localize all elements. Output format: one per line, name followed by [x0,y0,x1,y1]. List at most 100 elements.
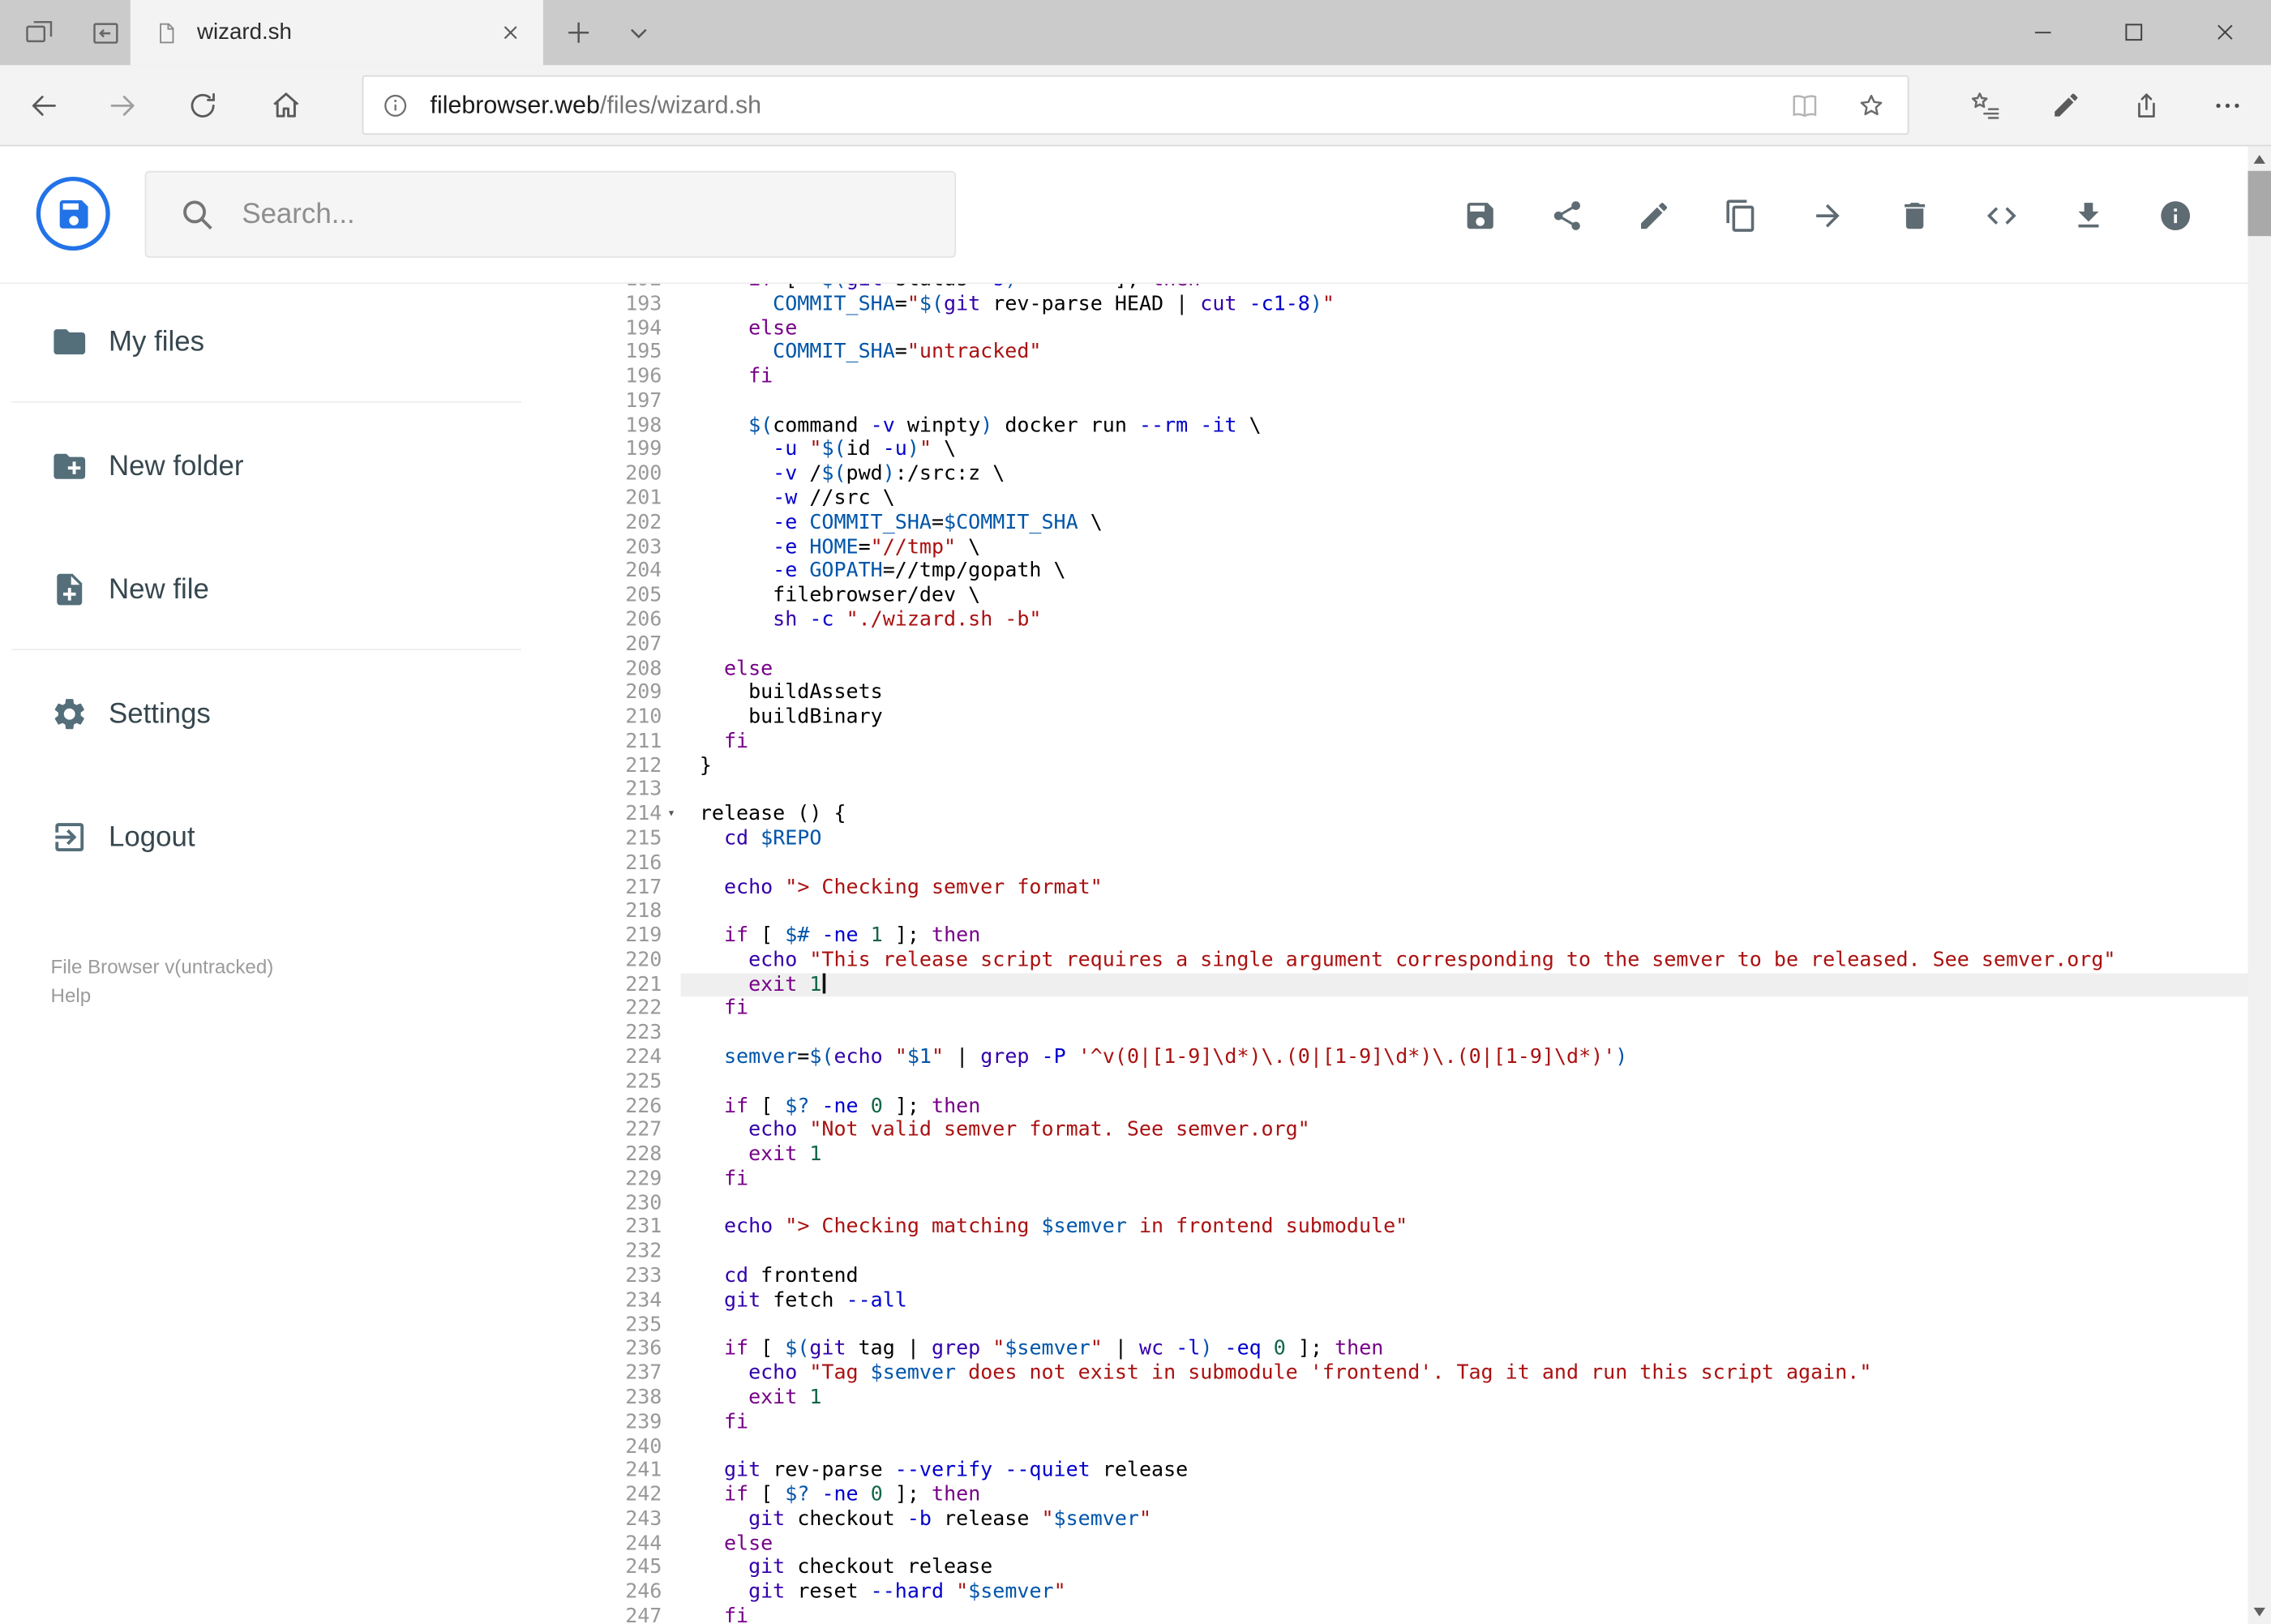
code-line[interactable]: 234 git fetch --all [580,1289,2248,1313]
code-line[interactable]: 223 [580,1022,2248,1046]
hub-button[interactable] [1943,65,2025,144]
code-text[interactable]: echo "> Checking matching $semver in fro… [681,1216,2248,1240]
code-line[interactable]: 233 cd frontend [580,1265,2248,1289]
code-line[interactable]: 218 [580,900,2248,924]
refresh-button[interactable] [178,65,228,144]
code-text[interactable]: cd frontend [681,1265,2248,1289]
sidebar-item-logout[interactable]: Logout [0,805,551,869]
code-text[interactable]: git rev-parse --verify --quiet release [681,1459,2248,1483]
code-text[interactable]: COMMIT_SHA="untracked" [681,341,2248,365]
code-text[interactable]: -e GOPATH=//tmp/gopath \ [681,559,2248,584]
code-text[interactable] [681,389,2248,413]
sidebar-item-new-folder[interactable]: New folder [0,435,551,499]
browser-menu-button[interactable] [2187,65,2268,144]
new-tab-button[interactable] [559,0,597,65]
code-line[interactable]: 245 git checkout release [580,1556,2248,1580]
code-line[interactable]: 203 -e HOME="//tmp" \ [580,535,2248,559]
code-text[interactable]: git checkout -b release "$semver" [681,1507,2248,1532]
reading-view-button[interactable] [1789,89,1820,121]
code-text[interactable]: else [681,1532,2248,1556]
code-line[interactable]: 241 git rev-parse --verify --quiet relea… [580,1459,2248,1483]
code-line[interactable]: 224 semver=$(echo "$1" | grep -P '^v(0|[… [580,1046,2248,1070]
code-text[interactable]: echo "> Checking semver format" [681,876,2248,900]
code-text[interactable]: if [ $# -ne 1 ]; then [681,924,2248,949]
code-line[interactable]: 206 sh -c "./wizard.sh -b" [580,608,2248,632]
scrollbar-thumb[interactable] [2247,170,2271,237]
code-text[interactable] [681,1240,2248,1265]
code-line[interactable]: 214 ▾ release () { [580,803,2248,827]
code-text[interactable]: exit 1 [681,1386,2248,1410]
code-line[interactable]: 217 echo "> Checking semver format" [580,876,2248,900]
code-text[interactable] [681,778,2248,803]
code-line[interactable]: 230 [580,1192,2248,1216]
code-text[interactable]: -v /$(pwd):/src:z \ [681,462,2248,486]
code-text[interactable]: fi [681,1410,2248,1434]
code-line[interactable]: 194 else [580,316,2248,341]
code-line[interactable]: 193 COMMIT_SHA="$(git rev-parse HEAD | c… [580,292,2248,316]
code-line[interactable]: 211 fi [580,730,2248,754]
code-text[interactable]: fi [681,730,2248,754]
code-line[interactable]: 201 -w //src \ [580,486,2248,511]
code-line[interactable]: 202 -e COMMIT_SHA=$COMMIT_SHA \ [580,511,2248,535]
code-text[interactable]: buildAssets [681,681,2248,705]
code-text[interactable]: buildBinary [681,705,2248,730]
copy-button[interactable] [1724,198,1759,233]
code-line[interactable]: 246 git reset --hard "$semver" [580,1580,2248,1605]
scroll-up-button[interactable] [2247,146,2271,170]
code-line[interactable]: 228 exit 1 [580,1143,2248,1168]
window-maximize-button[interactable] [2089,0,2180,65]
code-text[interactable] [681,1070,2248,1095]
code-line[interactable]: 198 $(command -v winpty) docker run --rm… [580,413,2248,438]
code-line[interactable]: 215 cd $REPO [580,827,2248,851]
code-line[interactable]: 209 buildAssets [580,681,2248,705]
source-button[interactable] [1984,198,2019,233]
code-text[interactable]: fi [681,997,2248,1022]
code-line[interactable]: 195 COMMIT_SHA="untracked" [580,341,2248,365]
code-editor[interactable]: 192 if [ "$(git status -s)" == "" ]; the… [579,284,2248,1624]
code-text[interactable]: else [681,316,2248,341]
code-line[interactable]: 247 fi [580,1605,2248,1624]
window-minimize-button[interactable] [1997,0,2089,65]
code-text[interactable]: fi [681,365,2248,389]
code-text[interactable]: exit 1 [681,1143,2248,1168]
code-line[interactable]: 227 echo "Not valid semver format. See s… [580,1119,2248,1143]
code-line[interactable]: 212} [580,754,2248,778]
code-line[interactable]: 222 fi [580,997,2248,1022]
save-button[interactable] [1463,198,1498,233]
code-text[interactable] [681,1192,2248,1216]
home-button[interactable] [261,65,311,144]
code-line[interactable]: 242 if [ $? -ne 0 ]; then [580,1483,2248,1507]
code-text[interactable] [681,851,2248,876]
code-line[interactable]: 208 else [580,657,2248,681]
favorite-star-button[interactable] [1855,89,1887,121]
code-text[interactable] [681,1313,2248,1338]
sidebar-item-settings[interactable]: Settings [0,682,551,746]
code-text[interactable]: fi [681,1605,2248,1624]
share-page-button[interactable] [2106,65,2187,144]
sidebar-item-my-files[interactable]: My files [0,310,551,374]
sidebar-item-new-file[interactable]: New file [0,558,551,622]
code-text[interactable]: if [ $? -ne 0 ]; then [681,1095,2248,1119]
delete-button[interactable] [1897,198,1932,233]
browser-tab[interactable]: wizard.sh [130,0,543,66]
code-line[interactable]: 240 [580,1434,2248,1459]
code-text[interactable]: echo "This release script requires a sin… [681,949,2248,973]
tab-close-icon[interactable] [494,17,525,49]
code-text[interactable] [681,1434,2248,1459]
code-text[interactable]: git fetch --all [681,1289,2248,1313]
window-close-button[interactable] [2180,0,2271,65]
code-text[interactable]: if [ $? -ne 0 ]; then [681,1483,2248,1507]
code-line[interactable]: 243 git checkout -b release "$semver" [580,1507,2248,1532]
code-text[interactable]: if [ $(git tag | grep "$semver" | wc -l)… [681,1338,2248,1362]
code-text[interactable]: release () { [681,803,2248,827]
scroll-down-button[interactable] [2247,1600,2271,1624]
filebrowser-logo[interactable] [36,176,110,251]
code-line[interactable]: 226 if [ $? -ne 0 ]; then [580,1095,2248,1119]
site-info-button[interactable] [381,91,410,120]
address-bar[interactable]: filebrowser.web/files/wizard.sh [362,75,1909,135]
code-line[interactable]: 216 [580,851,2248,876]
tab-list-chevron-icon[interactable] [620,0,658,65]
code-line[interactable]: 244 else [580,1532,2248,1556]
forward-button[interactable] [98,65,148,144]
share-button[interactable] [1549,198,1584,233]
